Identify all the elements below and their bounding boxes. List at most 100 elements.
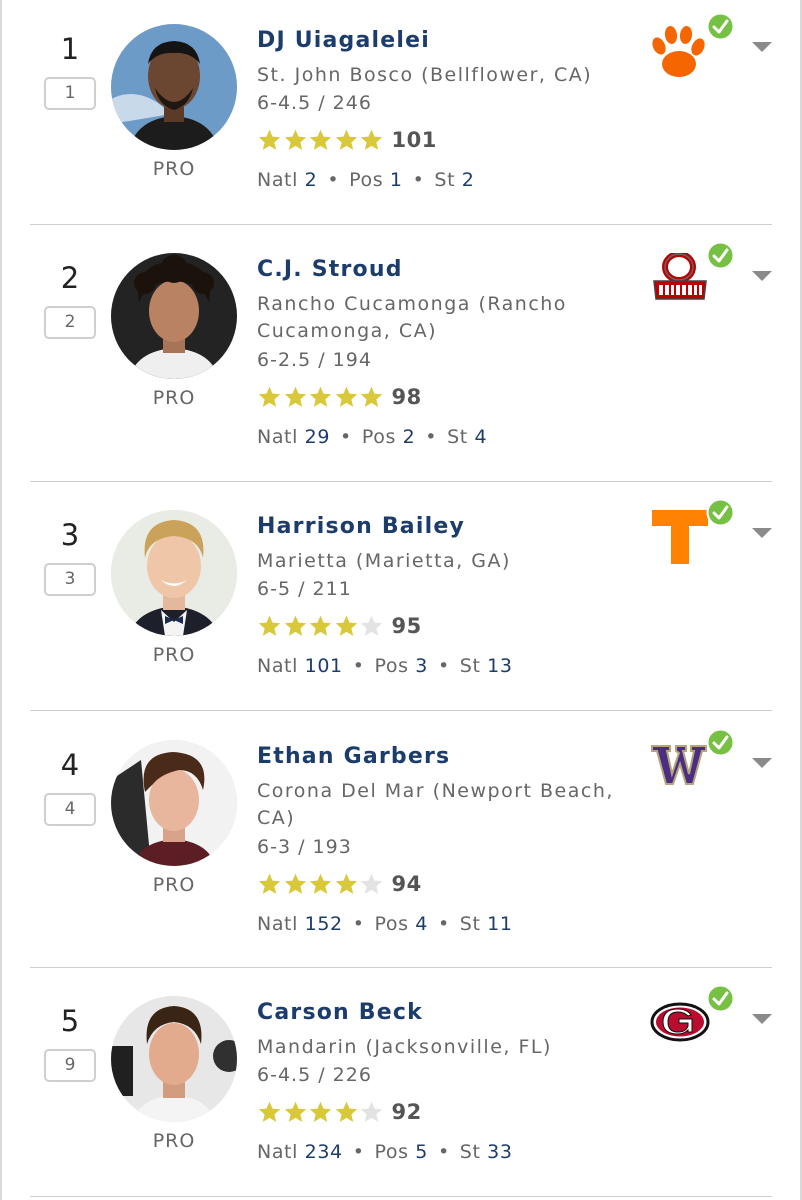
player-name[interactable]: C.J. Stroud (257, 257, 403, 282)
row-divider (30, 710, 772, 711)
height-weight: 6-4.5 / 226 (257, 1064, 372, 1086)
chevron-down-icon[interactable] (750, 269, 774, 283)
georgia-g-logo[interactable] (650, 996, 710, 1056)
player-row[interactable]: 5 9 PRO Carson Beck Mandarin (Jacksonvil… (0, 984, 802, 1196)
clemson-paw-logo[interactable] (650, 24, 710, 84)
player-name[interactable]: Carson Beck (257, 1000, 423, 1025)
empty-star-icon (360, 615, 383, 636)
player-name[interactable]: DJ Uiagalelei (257, 28, 430, 53)
player-row[interactable]: 4 4 PRO Ethan Garbers Corona Del Mar (Ne… (0, 728, 802, 968)
rank-breakdown: Natl 101 • Pos 3 • St 13 (257, 655, 513, 677)
national-rank-label: Natl (257, 426, 298, 448)
player-avatar[interactable] (111, 253, 237, 379)
star-icon (360, 386, 383, 407)
previous-rank-badge: 3 (44, 563, 96, 596)
national-rank-label: Natl (257, 1141, 298, 1163)
previous-rank-badge: 2 (44, 306, 96, 339)
rating-score: 94 (391, 872, 422, 896)
pro-label: PRO (152, 387, 196, 409)
position-rank[interactable]: 5 (415, 1141, 428, 1163)
star-icon (309, 615, 332, 636)
pro-label: PRO (152, 644, 196, 666)
star-rating: 98 (257, 382, 422, 412)
player-name[interactable]: Ethan Garbers (257, 744, 450, 769)
player-avatar[interactable] (111, 740, 237, 866)
star-icon (335, 615, 357, 636)
state-rank-label: St (434, 169, 456, 191)
pro-label: PRO (152, 874, 196, 896)
star-icon (284, 1101, 306, 1122)
star-icon (335, 386, 357, 407)
star-icon (335, 129, 357, 150)
pro-label: PRO (152, 158, 196, 180)
rank-breakdown: Natl 29 • Pos 2 • St 4 (257, 426, 488, 448)
national-rank-label: Natl (257, 913, 298, 935)
state-rank[interactable]: 11 (487, 913, 512, 935)
high-school: Corona Del Mar (Newport Beach, CA) (257, 780, 614, 829)
star-icon (335, 1101, 357, 1122)
star-icon (258, 386, 281, 407)
state-rank[interactable]: 2 (462, 169, 475, 191)
chevron-down-icon[interactable] (750, 526, 774, 540)
state-rank[interactable]: 13 (487, 655, 512, 677)
position-rank[interactable]: 2 (403, 426, 416, 448)
national-rank[interactable]: 2 (305, 169, 318, 191)
position-rank[interactable]: 4 (415, 913, 428, 935)
star-icon (258, 129, 281, 150)
rank-number: 4 (60, 748, 80, 782)
position-rank-label: Pos (374, 913, 409, 935)
position-rank-label: Pos (349, 169, 384, 191)
state-rank-label: St (459, 655, 481, 677)
player-row[interactable]: 3 3 PRO Harrison Bailey Marietta (Mariet… (0, 498, 802, 710)
height-weight: 6-3 / 193 (257, 836, 352, 858)
star-rating: 94 (257, 869, 422, 899)
rank-breakdown: Natl 234 • Pos 5 • St 33 (257, 1141, 513, 1163)
star-icon (284, 129, 306, 150)
player-avatar[interactable] (111, 996, 237, 1122)
player-name[interactable]: Harrison Bailey (257, 514, 465, 539)
check-circle-icon (706, 984, 735, 1013)
washington-w-logo[interactable] (650, 740, 710, 800)
national-rank[interactable]: 29 (305, 426, 330, 448)
star-icon (258, 615, 281, 636)
check-circle-icon (706, 728, 735, 757)
star-rating: 92 (257, 1097, 422, 1127)
high-school: Mandarin (Jacksonville, FL) (257, 1036, 552, 1058)
chevron-down-icon[interactable] (750, 1012, 774, 1026)
empty-star-icon (360, 1101, 383, 1122)
rank-breakdown: Natl 2 • Pos 1 • St 2 (257, 169, 475, 191)
position-rank[interactable]: 3 (415, 655, 428, 677)
position-rank[interactable]: 1 (390, 169, 403, 191)
star-icon (284, 615, 306, 636)
rank-number: 1 (60, 32, 80, 66)
rank-number: 2 (60, 261, 80, 295)
previous-rank-badge: 1 (44, 77, 96, 110)
star-icon (258, 1101, 281, 1122)
state-rank[interactable]: 4 (474, 426, 487, 448)
star-icon (309, 386, 332, 407)
player-row[interactable]: 2 2 PRO C.J. Stroud Rancho Cucamonga (Ra… (0, 241, 802, 481)
check-circle-icon (706, 12, 735, 41)
star-icon (360, 129, 383, 150)
star-icon (309, 873, 332, 894)
national-rank[interactable]: 101 (305, 655, 343, 677)
high-school: Rancho Cucamonga (Rancho Cucamonga, CA) (257, 293, 567, 342)
row-divider (30, 481, 772, 482)
rating-score: 98 (391, 385, 422, 409)
national-rank[interactable]: 152 (305, 913, 343, 935)
player-avatar[interactable] (111, 24, 237, 150)
national-rank-label: Natl (257, 169, 298, 191)
pro-label: PRO (152, 1130, 196, 1152)
state-rank[interactable]: 33 (487, 1141, 512, 1163)
chevron-down-icon[interactable] (750, 40, 774, 54)
check-circle-icon (706, 241, 735, 270)
ohio-state-logo[interactable] (650, 251, 710, 313)
chevron-down-icon[interactable] (750, 756, 774, 770)
player-row[interactable]: 1 1 PRO DJ Uiagalelei St. John Bosco (Be… (0, 12, 802, 224)
national-rank[interactable]: 234 (305, 1141, 343, 1163)
star-rating: 101 (257, 125, 437, 155)
tennessee-t-logo[interactable] (650, 510, 710, 570)
rating-score: 101 (391, 128, 437, 152)
player-avatar[interactable] (111, 510, 237, 636)
star-icon (284, 386, 306, 407)
